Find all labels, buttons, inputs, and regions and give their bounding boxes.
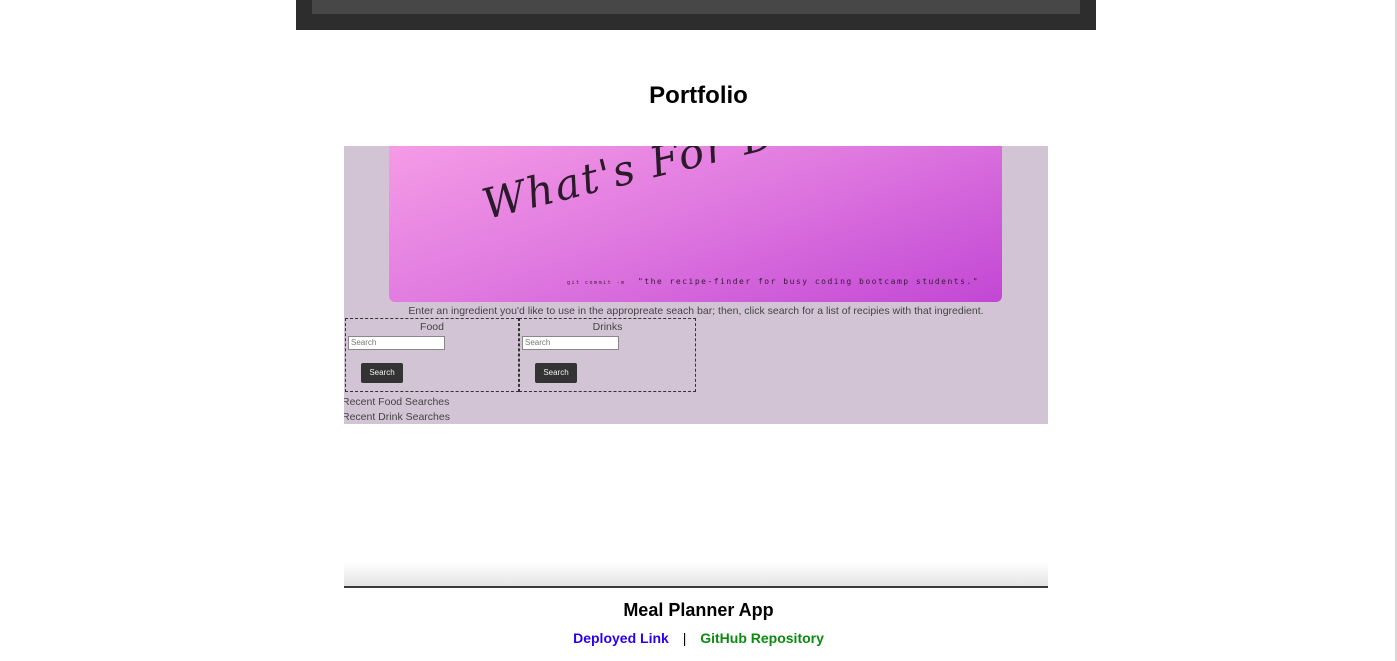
drinks-label: Drinks [592, 321, 623, 333]
screenshot-bottom-line [344, 586, 1048, 588]
project-title: Meal Planner App [623, 600, 774, 620]
drinks-search-button: Search [535, 363, 577, 383]
app-banner: What's For Dinner? git commit -m "the re… [389, 146, 1002, 302]
banner-tagline-row: git commit -m "the recipe-finder for bus… [567, 277, 979, 286]
screenshot-bottom-fade [344, 562, 1048, 588]
header-nav-strip [312, 0, 1080, 14]
project-screenshot[interactable]: What's For Dinner? git commit -m "the re… [344, 146, 1048, 588]
project-links: Deployed Link | GitHub Repository [0, 630, 1397, 646]
github-repository-link[interactable]: GitHub Repository [700, 630, 824, 646]
drinks-search-input: Search [522, 336, 619, 350]
food-label: Food [420, 321, 444, 333]
recent-food-searches: Recent Food Searches [344, 396, 450, 408]
banner-tagline: "the recipe-finder for busy coding bootc… [637, 277, 980, 286]
banner-title: What's For Dinner? [477, 146, 925, 230]
portfolio-page: Portfolio What's For Dinner? git commit … [0, 0, 1397, 661]
link-separator: | [682, 630, 687, 646]
deployed-link[interactable]: Deployed Link [573, 630, 669, 646]
drinks-search-box: Drinks Search Search [519, 318, 696, 392]
food-search-button: Search [361, 363, 403, 383]
header-bar [296, 0, 1096, 30]
banner-commit: git commit -m [567, 280, 626, 286]
food-search-box: Food Search Search [345, 318, 519, 392]
recent-drink-searches: Recent Drink Searches [344, 411, 450, 423]
app-instructions: Enter an ingredient you'd like to use in… [408, 305, 984, 317]
food-search-input: Search [348, 336, 445, 350]
section-title: Portfolio [649, 82, 748, 109]
